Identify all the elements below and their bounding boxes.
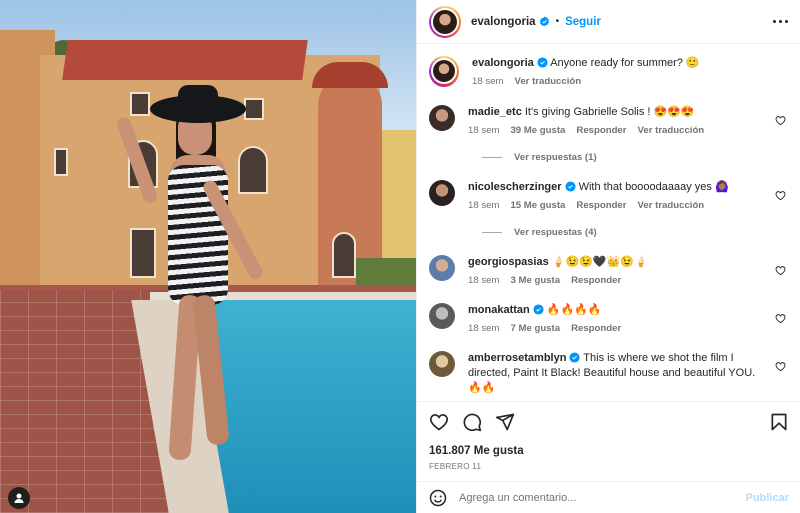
author-username[interactable]: evalongoria (471, 16, 536, 28)
action-icons (429, 412, 789, 432)
comment-username[interactable]: georgiospasias (468, 256, 549, 268)
post-header: evalongoria • Seguir (417, 0, 800, 44)
caption-username[interactable]: evalongoria (472, 57, 534, 69)
photo-window (54, 148, 68, 176)
verified-badge-icon (537, 57, 548, 68)
comment-likes[interactable]: 3 Me gusta (510, 275, 560, 286)
comment-time[interactable]: 18 sem (468, 200, 499, 211)
caption-time[interactable]: 18 sem (472, 76, 503, 87)
photo-person-hat (150, 95, 246, 123)
comment-item: madie_etc It's giving Gabrielle Solis ! … (429, 105, 788, 136)
comment-reply-button[interactable]: Responder (576, 200, 626, 211)
photo-hedge (356, 258, 416, 286)
heart-icon[interactable] (429, 412, 449, 432)
caption-avatar-ring[interactable] (429, 56, 459, 87)
comment-likes[interactable]: 39 Me gusta (510, 125, 565, 136)
comment-translate-link[interactable]: Ver traducción (638, 200, 705, 211)
comment-item: monakattan 🔥🔥🔥🔥 18 sem 7 Me gusta Respon… (429, 303, 788, 334)
heart-icon[interactable] (775, 313, 786, 324)
replies-divider (482, 232, 502, 233)
comment-text: 🔥🔥🔥🔥 (546, 304, 602, 316)
likes-count[interactable]: 161.807 Me gusta (429, 445, 789, 457)
commenter-avatar[interactable] (429, 303, 455, 329)
post-date: FEBRERO 11 (429, 462, 482, 471)
author-avatar[interactable] (433, 9, 457, 34)
caption-translate-link[interactable]: Ver traducción (514, 76, 581, 87)
comment-item: amberrosetamblyn This is where we shot t… (429, 351, 788, 396)
photo-villa-roof (62, 40, 308, 80)
replies-divider (482, 157, 502, 158)
bookmark-icon[interactable] (769, 412, 789, 432)
heart-icon[interactable] (775, 361, 786, 372)
post-actions: 161.807 Me gusta FEBRERO 11 (417, 401, 800, 471)
photo-person-swimsuit (168, 165, 228, 305)
post-details-pane: evalongoria • Seguir evalongoria Anyone … (416, 0, 800, 513)
comment-text: 🍦😉😉🖤👑😉🍦 (551, 256, 648, 268)
verified-badge-icon (539, 16, 549, 27)
follow-button[interactable]: Seguir (565, 16, 601, 28)
comments-list[interactable]: evalongoria Anyone ready for summer? 🙂 1… (417, 44, 800, 401)
heart-icon[interactable] (775, 115, 786, 126)
share-icon[interactable] (495, 412, 515, 432)
instagram-post-view: evalongoria • Seguir evalongoria Anyone … (0, 0, 800, 513)
view-replies-label[interactable]: Ver respuestas (1) (514, 152, 597, 163)
post-caption: evalongoria Anyone ready for summer? 🙂 1… (429, 56, 788, 87)
photo-window (130, 92, 150, 116)
comment-reply-button[interactable]: Responder (576, 125, 626, 136)
emoji-icon[interactable] (429, 489, 447, 507)
tagged-users-button[interactable] (8, 487, 30, 509)
commenter-avatar[interactable] (429, 255, 455, 281)
more-options-icon[interactable] (773, 20, 788, 23)
comment-icon[interactable] (462, 412, 482, 432)
comment-likes[interactable]: 15 Me gusta (510, 200, 565, 211)
author-avatar-ring[interactable] (429, 5, 461, 38)
heart-icon[interactable] (775, 190, 786, 201)
commenter-avatar[interactable] (429, 180, 455, 206)
commenter-avatar[interactable] (429, 105, 455, 131)
comment-item: georgiospasias 🍦😉😉🖤👑😉🍦 18 sem 3 Me gusta… (429, 255, 788, 286)
comment-reply-button[interactable]: Responder (571, 275, 621, 286)
comment-reply-button[interactable]: Responder (571, 323, 621, 334)
heart-icon[interactable] (775, 265, 786, 276)
comment-input[interactable] (459, 491, 746, 504)
view-replies-label[interactable]: Ver respuestas (4) (514, 227, 597, 238)
caption-text: Anyone ready for summer? 🙂 (550, 57, 700, 69)
view-replies-button[interactable]: Ver respuestas (4) (482, 227, 788, 238)
comment-username[interactable]: monakattan (468, 304, 530, 316)
user-icon (14, 493, 24, 503)
verified-badge-icon (565, 181, 576, 192)
photo-person (115, 85, 266, 465)
photo-tower-roof (312, 62, 388, 88)
verified-badge-icon (533, 304, 544, 315)
comment-translate-link[interactable]: Ver traducción (638, 125, 705, 136)
caption-avatar[interactable] (433, 60, 455, 82)
comment-time[interactable]: 18 sem (468, 275, 499, 286)
photo-door (332, 232, 356, 278)
commenter-avatar[interactable] (429, 351, 455, 377)
verified-badge-icon (569, 352, 580, 363)
header-separator: • (555, 16, 560, 27)
view-replies-button[interactable]: Ver respuestas (1) (482, 152, 788, 163)
publish-button[interactable]: Publicar (746, 492, 789, 504)
post-photo[interactable] (0, 0, 416, 513)
comment-text: It's giving Gabrielle Solis ! 😍😍😍 (524, 106, 695, 118)
comment-text: With that boooodaaaay yes 🙆🏽‍♀️ (578, 181, 729, 193)
comment-likes[interactable]: 7 Me gusta (510, 323, 560, 334)
comment-item: nicolescherzinger With that boooodaaaay … (429, 180, 788, 211)
photo-person-leg (192, 294, 230, 446)
comment-time[interactable]: 18 sem (468, 125, 499, 136)
comment-composer: Publicar (417, 481, 800, 513)
comment-username[interactable]: amberrosetamblyn (468, 352, 566, 364)
comment-username[interactable]: madie_etc (468, 106, 522, 118)
comment-username[interactable]: nicolescherzinger (468, 181, 562, 193)
comment-time[interactable]: 18 sem (468, 323, 499, 334)
